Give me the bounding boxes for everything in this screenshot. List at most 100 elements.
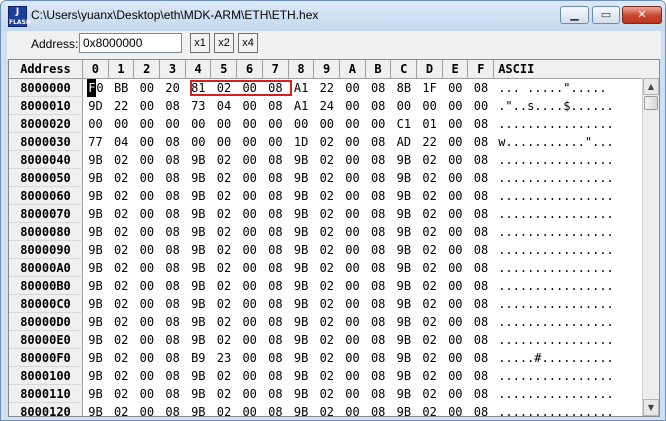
hex-byte-cell[interactable]: 02 xyxy=(212,403,237,416)
hex-byte-cell[interactable]: 00 xyxy=(443,241,468,259)
hex-byte-cell[interactable]: 08 xyxy=(263,151,288,169)
hex-byte-cell[interactable]: 08 xyxy=(263,403,288,416)
hex-byte-cell[interactable]: 08 xyxy=(160,385,185,403)
hex-byte-cell[interactable]: 08 xyxy=(366,331,391,349)
hex-byte-cell[interactable]: 9B xyxy=(186,277,211,295)
hex-byte-cell[interactable]: 00 xyxy=(289,115,314,133)
hex-byte-cell[interactable]: 00 xyxy=(263,133,288,151)
scroll-up-arrow-icon[interactable]: ▲ xyxy=(643,78,659,95)
hex-byte-cell[interactable]: 00 xyxy=(134,385,159,403)
hex-byte-cell[interactable]: 08 xyxy=(469,223,494,241)
hex-byte-cell[interactable]: 08 xyxy=(263,259,288,277)
hex-byte-cell[interactable]: 9B xyxy=(186,205,211,223)
hex-byte-cell[interactable]: 00 xyxy=(469,97,494,115)
hex-byte-cell[interactable]: 08 xyxy=(263,313,288,331)
hex-byte-cell[interactable]: 08 xyxy=(263,385,288,403)
hex-byte-cell[interactable]: 02 xyxy=(417,277,442,295)
hex-byte-cell[interactable]: 9B xyxy=(289,331,314,349)
hex-byte-cell[interactable]: 08 xyxy=(366,223,391,241)
hex-byte-cell[interactable]: 00 xyxy=(443,79,468,97)
hex-byte-cell[interactable]: 00 xyxy=(134,295,159,313)
hex-byte-cell[interactable]: 9B xyxy=(186,331,211,349)
hex-grid[interactable]: Address 0 1 2 3 4 5 6 7 8 9 A B C D E F ASCII 8000000 F0 B… xyxy=(8,59,660,417)
hex-byte-cell[interactable]: 9B xyxy=(186,313,211,331)
hex-byte-cell[interactable]: 02 xyxy=(212,241,237,259)
close-button[interactable]: ✕ xyxy=(622,6,662,24)
hex-byte-cell[interactable]: 01 xyxy=(417,115,442,133)
hex-byte-cell[interactable]: 00 xyxy=(134,115,159,133)
hex-byte-cell[interactable]: 04 xyxy=(109,133,134,151)
ascii-cell[interactable]: ................ xyxy=(494,259,630,277)
hex-byte-cell[interactable]: 08 xyxy=(160,241,185,259)
hex-row[interactable]: 8000050 9B 02 00 08 9B 02 00 08 9B 02 00 08 9B 02 00 08.… xyxy=(9,169,659,187)
hex-byte-cell[interactable]: 00 xyxy=(186,133,211,151)
hex-byte-cell[interactable]: 02 xyxy=(212,223,237,241)
hex-byte-cell[interactable]: 00 xyxy=(186,115,211,133)
hex-byte-cell[interactable]: 9B xyxy=(289,313,314,331)
hex-byte-cell[interactable]: 08 xyxy=(469,115,494,133)
hex-byte-cell[interactable]: 00 xyxy=(340,97,365,115)
hex-byte-cell[interactable]: 08 xyxy=(469,367,494,385)
hex-byte-cell[interactable]: 08 xyxy=(469,205,494,223)
hex-byte-cell[interactable]: 00 xyxy=(443,277,468,295)
hex-byte-cell[interactable]: 81 xyxy=(186,79,211,97)
view-x2-button[interactable]: x2 xyxy=(214,33,234,53)
hex-byte-cell[interactable]: 02 xyxy=(314,313,339,331)
hex-byte-cell[interactable]: 9B xyxy=(289,187,314,205)
hex-byte-cell[interactable]: 00 xyxy=(134,223,159,241)
hex-byte-cell[interactable]: 00 xyxy=(134,205,159,223)
hex-byte-cell[interactable]: 00 xyxy=(443,367,468,385)
hex-byte-cell[interactable]: 08 xyxy=(160,403,185,416)
hex-byte-cell[interactable]: 9B xyxy=(83,403,108,416)
hex-byte-cell[interactable]: 08 xyxy=(469,187,494,205)
hex-byte-cell[interactable]: 00 xyxy=(237,349,262,367)
hex-byte-cell[interactable]: 00 xyxy=(237,97,262,115)
hex-byte-cell[interactable]: 00 xyxy=(443,223,468,241)
hex-byte-cell[interactable]: 02 xyxy=(314,187,339,205)
hex-byte-cell[interactable]: 08 xyxy=(469,313,494,331)
hex-byte-cell[interactable]: 08 xyxy=(263,223,288,241)
hex-byte-cell[interactable]: 02 xyxy=(314,367,339,385)
hex-byte-cell[interactable]: 22 xyxy=(417,133,442,151)
hex-byte-cell[interactable]: 9B xyxy=(186,367,211,385)
hex-byte-cell[interactable]: 02 xyxy=(109,367,134,385)
hex-byte-cell[interactable]: 02 xyxy=(109,277,134,295)
hex-byte-cell[interactable]: 00 xyxy=(237,403,262,416)
hex-byte-cell[interactable]: 08 xyxy=(263,295,288,313)
hex-byte-cell[interactable]: 00 xyxy=(237,133,262,151)
hex-byte-cell[interactable]: 9B xyxy=(83,205,108,223)
hex-byte-cell[interactable]: 08 xyxy=(263,241,288,259)
hex-byte-cell[interactable]: 9B xyxy=(391,295,416,313)
hex-byte-cell[interactable]: 00 xyxy=(134,331,159,349)
hex-byte-cell[interactable]: 00 xyxy=(340,295,365,313)
hex-byte-cell[interactable]: 08 xyxy=(160,205,185,223)
hex-byte-cell[interactable]: 02 xyxy=(109,331,134,349)
hex-byte-cell[interactable]: 08 xyxy=(263,169,288,187)
hex-byte-cell[interactable]: 9B xyxy=(186,259,211,277)
hex-byte-cell[interactable]: 00 xyxy=(134,367,159,385)
ascii-cell[interactable]: ................ xyxy=(494,187,630,205)
hex-byte-cell[interactable]: 00 xyxy=(443,259,468,277)
hex-byte-cell[interactable]: B9 xyxy=(186,349,211,367)
hex-byte-cell[interactable]: 02 xyxy=(417,169,442,187)
ascii-cell[interactable]: w..........."... xyxy=(494,133,630,151)
hex-byte-cell[interactable]: 08 xyxy=(263,367,288,385)
hex-byte-cell[interactable]: C1 xyxy=(391,115,416,133)
hex-byte-cell[interactable]: 00 xyxy=(212,115,237,133)
hex-byte-cell[interactable]: 9B xyxy=(289,349,314,367)
hex-byte-cell[interactable]: 00 xyxy=(134,403,159,416)
hex-byte-cell[interactable]: 00 xyxy=(83,115,108,133)
hex-byte-cell[interactable]: 08 xyxy=(160,313,185,331)
title-bar[interactable]: J FLASH C:\Users\yuanx\Desktop\eth\MDK-AR… xyxy=(1,1,665,31)
hex-byte-cell[interactable]: 02 xyxy=(417,349,442,367)
hex-byte-cell[interactable]: 9B xyxy=(391,331,416,349)
hex-byte-cell[interactable]: 9B xyxy=(83,151,108,169)
hex-byte-cell[interactable]: 02 xyxy=(212,259,237,277)
hex-byte-cell[interactable]: 00 xyxy=(443,385,468,403)
hex-byte-cell[interactable]: 9B xyxy=(289,169,314,187)
ascii-cell[interactable]: ................ xyxy=(494,403,630,416)
hex-byte-cell[interactable]: 00 xyxy=(443,295,468,313)
hex-byte-cell[interactable]: 9B xyxy=(391,151,416,169)
hex-byte-cell[interactable]: 24 xyxy=(314,97,339,115)
hex-row[interactable]: 8000020 00 00 00 00 00 00 00 00 00 00 00 00 C1 01 00 08.… xyxy=(9,115,659,133)
